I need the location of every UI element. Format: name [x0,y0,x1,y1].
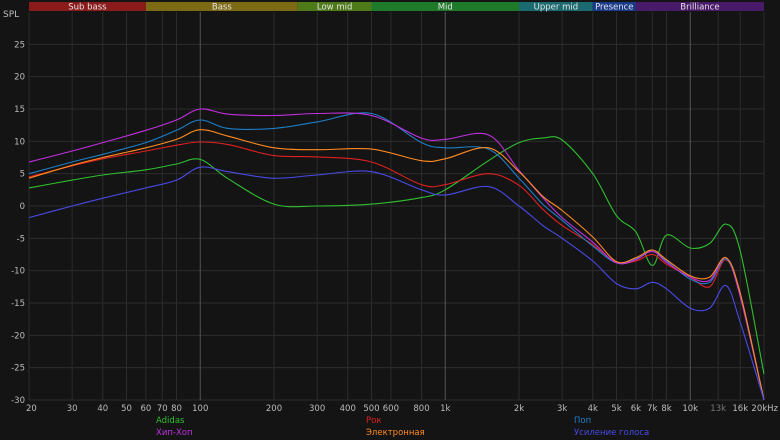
x-tick-label: 16k [732,404,748,414]
y-tick-label: 20 [14,73,25,83]
y-tick-label: -10 [11,267,25,277]
x-tick-label: 80 [171,404,182,414]
y-tick-label: 5 [20,170,25,180]
x-tick-label: 6k [631,404,641,414]
x-tick-label: 7k [647,404,657,414]
x-tick-label: 3k [557,404,567,414]
y-tick-label: -20 [11,331,25,341]
y-tick-label: 25 [14,40,25,50]
x-tick-label: 30 [67,404,78,414]
y-tick-label: -25 [11,364,25,374]
y-tick-labels: -30 -25 -20 -15 -10 -5 0 5 10 15 20 25 [11,40,25,406]
legend: Adidas Рок Поп Хип-Хоп Электронная Усиление г… [156,416,649,438]
band-label: Presence [595,3,633,13]
band-label: Brilliance [680,3,719,13]
x-tick-label: 40 [97,404,108,414]
legend-entry-1: Рок [366,416,381,426]
x-tick-label: 200 [266,404,282,414]
frequency-bands: Sub bass Bass Low mid Mid Upper mid Presence B… [29,2,764,13]
x-tick-label: 13k [710,404,726,414]
x-tick-label: 500 [363,404,379,414]
x-tick-label: 60 [140,404,151,414]
legend-entry-5: Усиление голоса [574,428,649,438]
x-tick-label: 8k [661,404,671,414]
y-tick-label: -5 [17,234,25,244]
y-axis-label: SPL [3,10,19,20]
y-tick-label: 15 [14,105,25,115]
x-tick-label: 70 [157,404,168,414]
x-tick-label: 2k [514,404,524,414]
y-tick-label: 10 [14,137,25,147]
x-tick-label: 4k [588,404,598,414]
x-tick-label: 20 [26,404,37,414]
x-tick-label: 300 [309,404,325,414]
x-tick-labels: 20 30 40 50 60 70 80 100 200 300 400 500 600 800 1k 2k 3… [26,404,779,414]
x-tick-label: 400 [340,404,356,414]
legend-entry-4: Электронная [366,428,425,438]
band-label: Mid [438,3,453,13]
x-tick-label: 100 [192,404,208,414]
legend-entry-3: Хип-Хоп [156,428,193,438]
legend-entry-2: Поп [574,416,591,426]
x-tick-label: 20kHz [751,404,778,414]
band-label: Sub bass [68,3,107,13]
legend-entry-0: Adidas [156,416,185,426]
x-tick-label: 600 [383,404,399,414]
x-tick-label: 1k [440,404,450,414]
y-tick-label: -30 [11,396,25,406]
y-tick-label: 0 [20,202,25,212]
band-label: Upper mid [534,3,578,13]
band-label: Low mid [317,3,352,13]
x-tick-label: 50 [121,404,132,414]
frequency-response-chart: Sub bass Bass Low mid Mid Upper mid Presence B… [3,2,779,438]
x-tick-label: 10k [682,404,698,414]
x-tick-label: 5k [611,404,621,414]
grid [28,12,765,401]
y-tick-label: -15 [11,299,25,309]
x-tick-label: 800 [413,404,429,414]
band-label: Bass [212,3,232,13]
